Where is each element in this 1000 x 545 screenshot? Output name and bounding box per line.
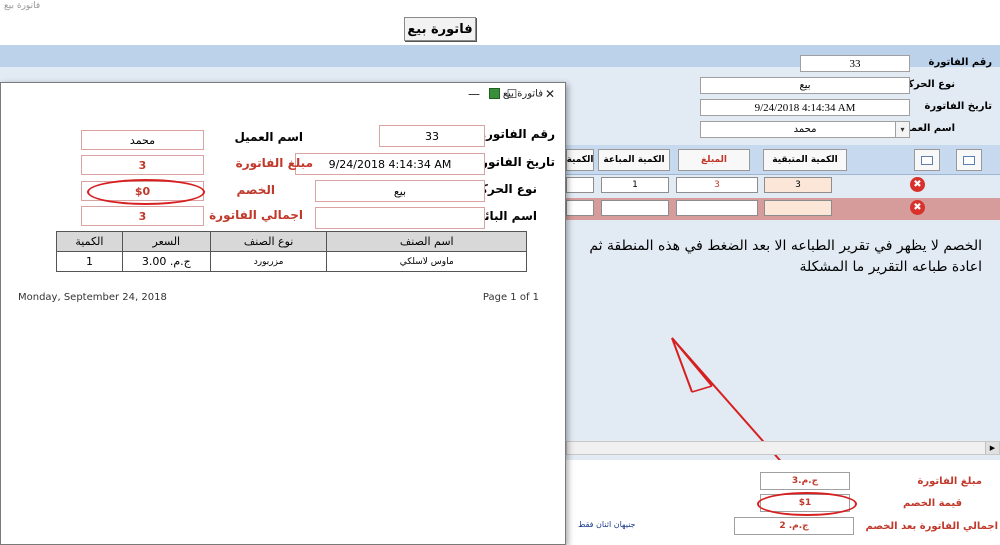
col-header-item-type: نوع الصنف xyxy=(209,231,328,252)
report-invoice-no: 33 xyxy=(379,125,485,147)
col-remaining-qty[interactable]: الكمية المتبقية xyxy=(763,149,847,171)
minimize-icon[interactable]: — xyxy=(463,87,485,101)
grid-header: الكمية الكمية المباعة المبلغ الكمية المت… xyxy=(566,145,1000,175)
row-remaining[interactable] xyxy=(764,200,832,216)
report-invoice-date: 9/24/2018 4:14:34 AM xyxy=(295,153,485,175)
row-quantity[interactable] xyxy=(566,177,594,193)
row-sold[interactable] xyxy=(601,200,669,216)
discount-label: قيمة الخصم xyxy=(903,498,962,509)
form-title-button[interactable]: فاتورة بيع xyxy=(404,17,476,41)
report-seller xyxy=(315,207,485,229)
customer-combo[interactable]: محمد ▾ xyxy=(700,121,910,138)
invoice-amount-label: مبلغ الفاتورة xyxy=(917,476,983,487)
delete-row-icon[interactable]: ✖ xyxy=(910,177,925,192)
cell-item-name: ماوس لاسلكي xyxy=(326,251,527,272)
report-window: — ☐ ✕ فاتورة بيع رقم الفاتورة 33 اسم الع… xyxy=(0,82,566,545)
total-after-discount-field[interactable]: ج.م. 2 xyxy=(734,517,854,535)
col-header-item-name: اسم الصنف xyxy=(326,231,527,252)
report-titlebar[interactable]: — ☐ ✕ فاتورة بيع xyxy=(1,83,565,109)
row-amount[interactable] xyxy=(676,200,758,216)
report-move-type: بيع xyxy=(315,180,485,202)
report-customer: محمد xyxy=(81,130,204,150)
cell-item-type: مزربورد xyxy=(209,251,328,272)
row-remaining[interactable]: 3 xyxy=(764,177,832,193)
col-sold-qty[interactable]: الكمية المباعة xyxy=(598,149,670,171)
customer-value: محمد xyxy=(793,124,817,135)
row-sold[interactable]: 1 xyxy=(601,177,669,193)
table-row[interactable]: ✖ xyxy=(566,198,1000,220)
invoice-no-field[interactable]: 33 xyxy=(800,55,910,72)
note-text: الخصم لا يظهر في تقرير الطباعه الا بعد ا… xyxy=(589,238,982,275)
invoice-date-label: تاريخ الفاتورة xyxy=(924,101,992,112)
cell-price: ج.م. 3.00 xyxy=(121,251,211,272)
col-header-qty: الكمية xyxy=(56,231,123,252)
move-type-field[interactable]: بيع xyxy=(700,77,910,94)
invoice-no-label: رقم الفاتورة xyxy=(928,57,992,68)
scroll-right-icon[interactable]: ▶ xyxy=(985,442,999,454)
total-after-discount-label: اجمالي الفاتورة بعد الخصم xyxy=(865,521,999,532)
col-amount[interactable]: المبلغ xyxy=(678,149,750,171)
total-in-words: جنيهان اثنان فقط xyxy=(578,520,636,529)
add-row-button[interactable] xyxy=(914,149,940,171)
edit-row-button[interactable] xyxy=(956,149,982,171)
table-row: 1 ج.م. 3.00 مزربورد ماوس لاسلكي xyxy=(56,251,527,272)
report-customer-label: اسم العميل xyxy=(234,130,303,144)
add-record-icon xyxy=(921,155,933,165)
invoice-amount-field[interactable]: ج.م.3 xyxy=(760,472,850,490)
report-total-label: اجمالي الفاتورة xyxy=(209,208,303,222)
report-invoice-no-label: رقم الفاتورة xyxy=(478,127,555,141)
row-amount[interactable]: 3 xyxy=(676,177,758,193)
col-header-price: السعر xyxy=(121,231,211,252)
report-footer-page: Page 1 of 1 xyxy=(482,292,539,303)
report-footer-date: Monday, September 24, 2018 xyxy=(18,292,167,303)
report-total: 3 xyxy=(81,206,204,226)
report-invoice-date-label: تاريخ الفاتورة xyxy=(473,155,555,169)
table-row[interactable]: 1 3 3 ✖ xyxy=(566,175,1000,195)
invoice-date-field[interactable]: 9/24/2018 4:14:34 AM xyxy=(700,99,910,116)
report-amount-label: مبلغ الفاتورة xyxy=(235,156,313,170)
col-quantity[interactable]: الكمية xyxy=(566,149,594,171)
cell-qty: 1 xyxy=(56,251,123,272)
move-type-label: نوع الحركة xyxy=(902,79,955,90)
top-caption: فاتورة بيع xyxy=(0,0,1000,15)
report-discount-label: الخصم xyxy=(236,183,275,197)
chevron-down-icon[interactable]: ▾ xyxy=(895,122,909,137)
delete-row-icon[interactable]: ✖ xyxy=(910,200,925,215)
highlight-ellipse-discount xyxy=(757,492,857,516)
report-title: فاتورة بيع xyxy=(502,88,543,100)
report-amount: 3 xyxy=(81,155,204,175)
app-icon xyxy=(488,88,500,99)
edit-record-icon xyxy=(963,155,975,165)
report-items-table: الكمية السعر نوع الصنف اسم الصنف 1 ج.م. … xyxy=(56,231,527,272)
report-seller-label: اسم البائع xyxy=(476,209,537,223)
highlight-ellipse-report-discount xyxy=(87,179,205,205)
horizontal-scrollbar[interactable]: ▶ xyxy=(566,441,1000,455)
row-quantity[interactable] xyxy=(566,200,594,216)
